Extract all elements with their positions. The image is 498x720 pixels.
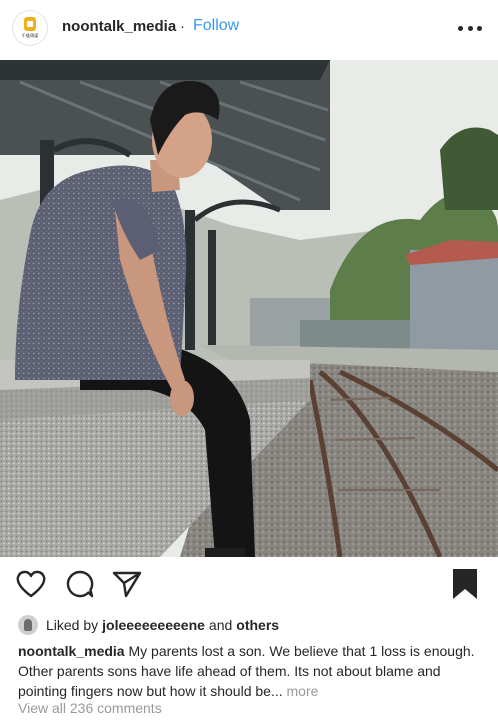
account-username[interactable]: noontalk_media — [62, 18, 176, 35]
post-caption: noontalk_media My parents lost a son. We… — [18, 641, 486, 701]
brand-logo-icon — [24, 17, 36, 31]
bookmark-filled-icon[interactable] — [452, 568, 478, 600]
heart-outline-icon[interactable] — [16, 570, 46, 598]
caption-more-link[interactable]: more — [287, 683, 319, 699]
liker-username[interactable]: joleeeeeeeeene — [102, 617, 205, 633]
photo-illustration — [0, 60, 498, 557]
likes-joiner: and — [208, 617, 233, 633]
likes-summary: Liked by joleeeeeeeeene and others — [18, 614, 279, 636]
likes-prefix: Liked by — [46, 617, 99, 633]
post-photo[interactable] — [0, 60, 498, 557]
comment-bubble-icon[interactable] — [66, 570, 94, 598]
follow-button[interactable]: Follow — [193, 17, 239, 35]
caption-username[interactable]: noontalk_media — [18, 643, 125, 659]
likes-others-link[interactable]: others — [236, 617, 279, 633]
liker-avatar[interactable] — [18, 615, 38, 635]
more-options-icon[interactable] — [458, 20, 482, 36]
paper-plane-icon[interactable] — [112, 570, 142, 598]
header-separator: · — [180, 18, 185, 35]
view-all-comments-link[interactable]: View all 236 comments — [18, 700, 162, 716]
post-action-bar — [0, 564, 498, 604]
account-avatar[interactable]: 千禧傳媒 — [12, 10, 48, 46]
post-header: 千禧傳媒 noontalk_media · Follow — [0, 0, 498, 58]
avatar-logo-text: 千禧傳媒 — [21, 33, 39, 38]
